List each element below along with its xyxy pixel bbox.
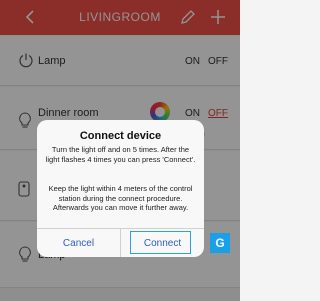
annotation-marker: G (210, 233, 230, 253)
highlight-box (130, 231, 191, 254)
cancel-button[interactable]: Cancel (37, 229, 120, 257)
app-screen: LIVINGROOM Lamp ON OFF Dinner room ON OF… (0, 0, 240, 301)
dialog-message-instructions: Turn the light off and on 5 times. After… (45, 145, 196, 164)
dialog-title: Connect device (79, 130, 162, 142)
dialog-message-range: Keep the light within 4 meters of the co… (48, 184, 193, 212)
